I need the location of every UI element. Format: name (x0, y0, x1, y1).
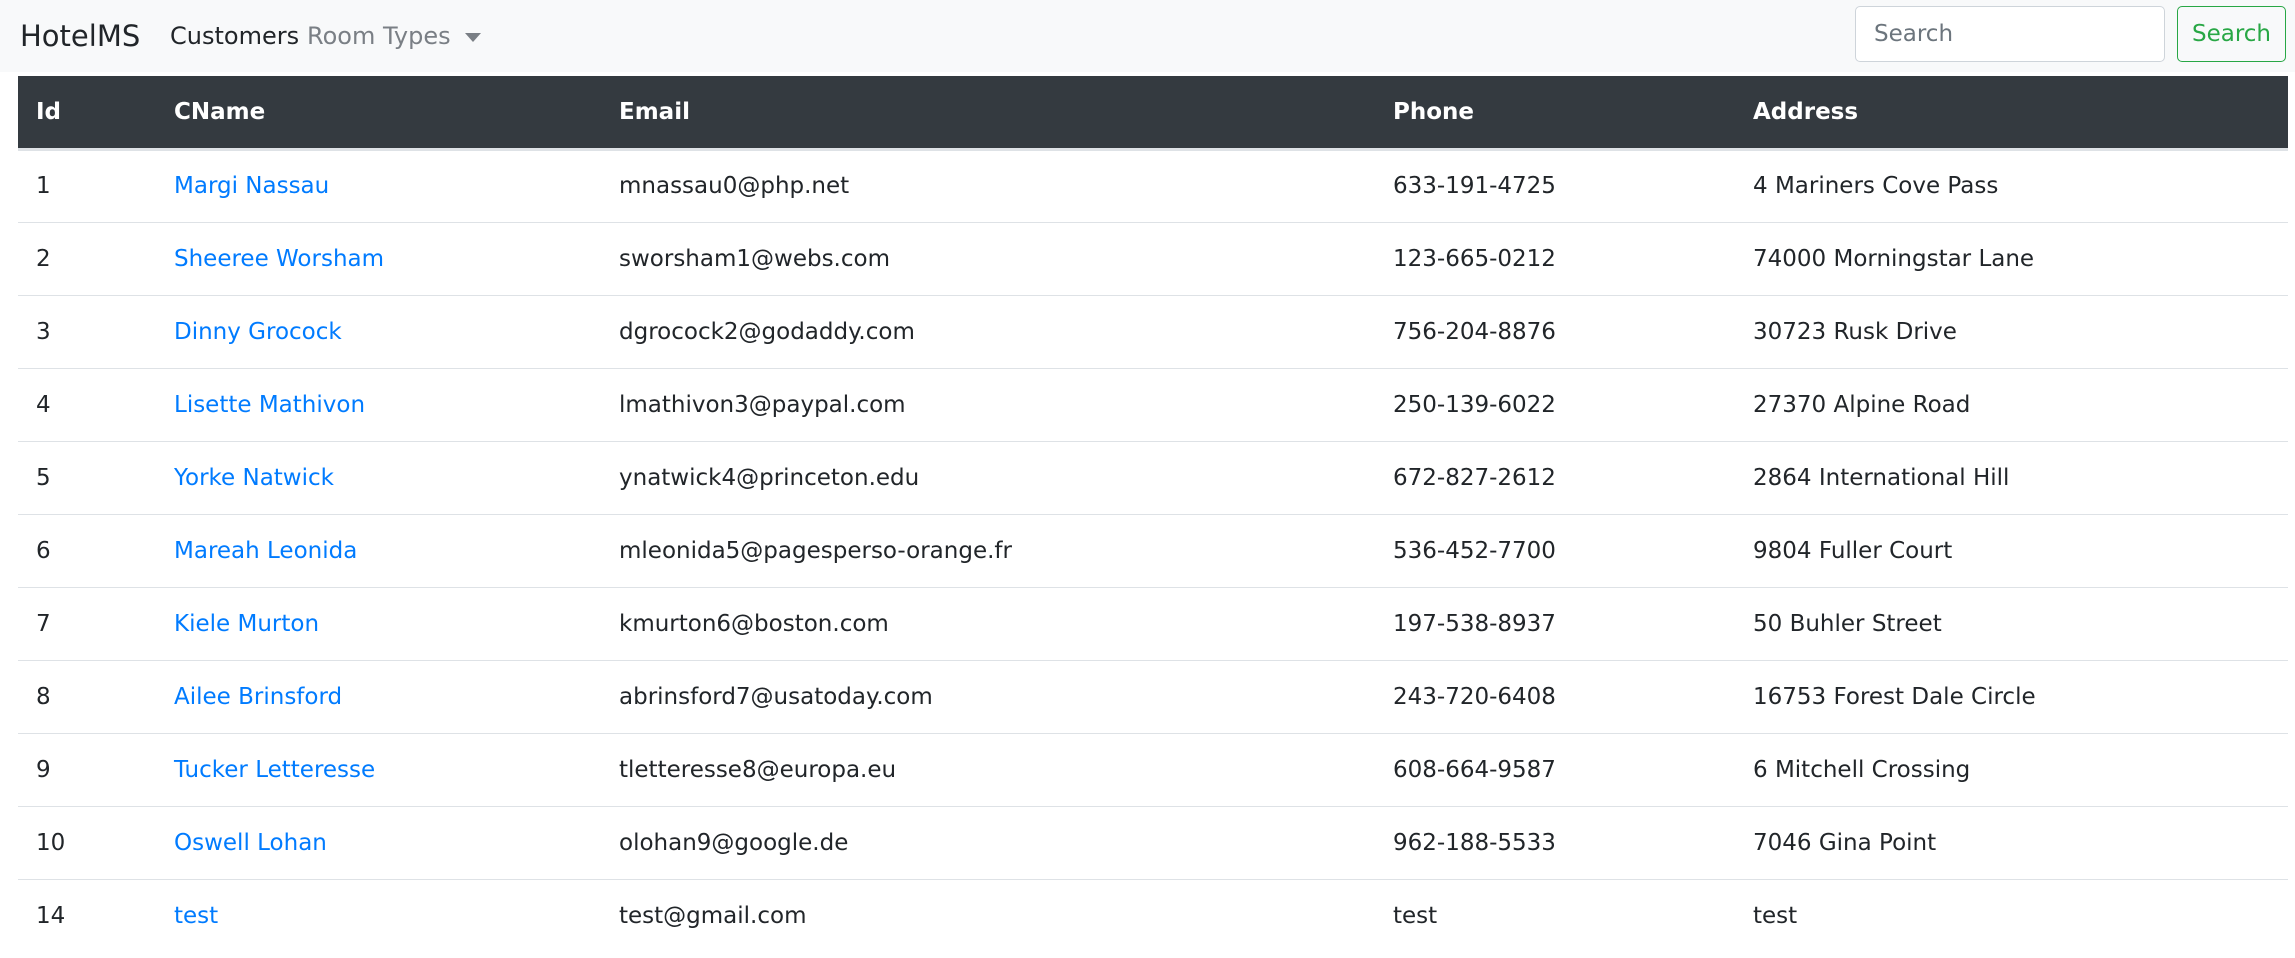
cell-email: tletteresse8@europa.eu (601, 732, 1375, 806)
table-body: 1 Margi Nassau mnassau0@php.net 633-191-472… (18, 149, 2288, 952)
column-header-cname: CName (156, 76, 601, 151)
cell-id: 2 (18, 221, 156, 295)
customer-name-link[interactable]: Mareah Leonida (174, 538, 357, 564)
cell-phone: 197-538-8937 (1375, 586, 1735, 660)
cell-name: Dinny Grocock (156, 294, 601, 368)
cell-email: test@gmail.com (601, 878, 1375, 952)
cell-address: 4 Mariners Cove Pass (1753, 173, 1999, 199)
cell-address: 7046 Gina Point (1735, 805, 2288, 879)
search-button[interactable]: Search (2177, 6, 2286, 62)
customer-name-link[interactable]: Margi Nassau (174, 173, 329, 199)
cell-email: mleonida5@pagesperso-orange.fr (601, 513, 1375, 587)
cell-id: 6 (18, 513, 156, 587)
cell-address: 2864 International Hill (1735, 440, 2288, 514)
cell-name: Kiele Murton (156, 586, 601, 660)
cell-email: ynatwick4@princeton.edu (601, 440, 1375, 514)
cell-email: dgrocock2@godaddy.com (601, 294, 1375, 368)
cell-phone: 250-139-6022 (1375, 367, 1735, 441)
cell-email: mnassau0@php.net (619, 173, 850, 199)
column-header-email: Email (601, 76, 1375, 151)
brand-link[interactable]: HotelMS (20, 17, 140, 55)
cell-name: Tucker Letteresse (156, 732, 601, 806)
table-row: 1 Margi Nassau mnassau0@php.net 633-191-472… (18, 149, 2288, 222)
cell-phone: 672-827-2612 (1375, 440, 1735, 514)
customer-name-link[interactable]: Oswell Lohan (174, 830, 327, 856)
cell-address: 30723 Rusk Drive (1735, 294, 2288, 368)
cell-email: abrinsford7@usatoday.com (601, 659, 1375, 733)
table-row: 4 Lisette Mathivon lmathivon3@paypal.com 25… (18, 367, 2288, 441)
column-header-phone: Phone (1375, 76, 1735, 151)
cell-id: 1 (36, 173, 51, 199)
cell-address: 9804 Fuller Court (1735, 513, 2288, 587)
search-input[interactable] (1855, 6, 2165, 62)
cell-name: Sheeree Worsham (156, 221, 601, 295)
cell-address: 6 Mitchell Crossing (1735, 732, 2288, 806)
caret-down-icon (464, 32, 481, 42)
cell-name: Oswell Lohan (156, 805, 601, 879)
navbar: HotelMS Customers Room Types Search (0, 0, 2295, 72)
table-row: 7 Kiele Murton kmurton6@boston.com 197-538-… (18, 586, 2288, 660)
customer-name-link[interactable]: test (174, 903, 218, 929)
cell-id: 4 (18, 367, 156, 441)
nav-room-types-dropdown[interactable]: Room Types (307, 20, 481, 52)
cell-address: 74000 Morningstar Lane (1735, 221, 2288, 295)
cell-id: 8 (18, 659, 156, 733)
cell-id: 10 (18, 805, 156, 879)
cell-email: kmurton6@boston.com (601, 586, 1375, 660)
cell-name: Lisette Mathivon (156, 367, 601, 441)
column-header-address: Address (1735, 76, 2288, 151)
cell-id: 9 (18, 732, 156, 806)
cell-address: 16753 Forest Dale Circle (1735, 659, 2288, 733)
cell-name: test (156, 878, 601, 952)
nav-room-types-label: Room Types (307, 22, 451, 50)
cell-phone: 633-191-4725 (1393, 173, 1556, 199)
cell-email: sworsham1@webs.com (601, 221, 1375, 295)
cell-email: lmathivon3@paypal.com (601, 367, 1375, 441)
table-row: 6 Mareah Leonida mleonida5@pagesperso-oran… (18, 513, 2288, 587)
nav-customers[interactable]: Customers (170, 20, 299, 52)
table-row: 2 Sheeree Worsham sworsham1@webs.com 123-66… (18, 221, 2288, 295)
customer-name-link[interactable]: Kiele Murton (174, 611, 319, 637)
table-header-row: Id CName Email Phone Address (18, 76, 2288, 151)
cell-address: 27370 Alpine Road (1735, 367, 2288, 441)
cell-phone: 756-204-8876 (1375, 294, 1735, 368)
table-row: 10 Oswell Lohan olohan9@google.de 962-188-5… (18, 805, 2288, 879)
customer-name-link[interactable]: Tucker Letteresse (174, 757, 375, 783)
cell-address: test (1735, 878, 2288, 952)
column-header-id: Id (18, 76, 156, 151)
cell-name: Ailee Brinsford (156, 659, 601, 733)
cell-email: olohan9@google.de (601, 805, 1375, 879)
cell-phone: 962-188-5533 (1375, 805, 1735, 879)
table-row: 5 Yorke Natwick ynatwick4@princeton.edu 672… (18, 440, 2288, 514)
table-row: 3 Dinny Grocock dgrocock2@godaddy.com 756-2… (18, 294, 2288, 368)
customer-name-link[interactable]: Yorke Natwick (174, 465, 334, 491)
cell-name: Yorke Natwick (156, 440, 601, 514)
cell-name: Margi Nassau (156, 149, 601, 222)
cell-phone: test (1375, 878, 1735, 952)
cell-phone: 536-452-7700 (1375, 513, 1735, 587)
cell-id: 7 (18, 586, 156, 660)
cell-phone: 123-665-0212 (1375, 221, 1735, 295)
cell-phone: 243-720-6408 (1375, 659, 1735, 733)
table-row: 9 Tucker Letteresse tletteresse8@europa.eu… (18, 732, 2288, 806)
table-row: 14 test test@gmail.com test test (18, 878, 2288, 952)
cell-phone: 608-664-9587 (1375, 732, 1735, 806)
customer-name-link[interactable]: Lisette Mathivon (174, 392, 365, 418)
cell-address: 50 Buhler Street (1735, 586, 2288, 660)
customer-name-link[interactable]: Sheeree Worsham (174, 246, 384, 272)
cell-id: 14 (18, 878, 156, 952)
cell-id: 3 (18, 294, 156, 368)
cell-id: 5 (18, 440, 156, 514)
cell-name: Mareah Leonida (156, 513, 601, 587)
table-row: 8 Ailee Brinsford abrinsford7@usatoday.com… (18, 659, 2288, 733)
customer-name-link[interactable]: Dinny Grocock (174, 319, 342, 345)
customers-table: Id CName Email Phone Address 1 Margi Nass… (18, 76, 2288, 952)
customer-name-link[interactable]: Ailee Brinsford (174, 684, 342, 710)
table-header: Id CName Email Phone Address (18, 76, 2288, 151)
